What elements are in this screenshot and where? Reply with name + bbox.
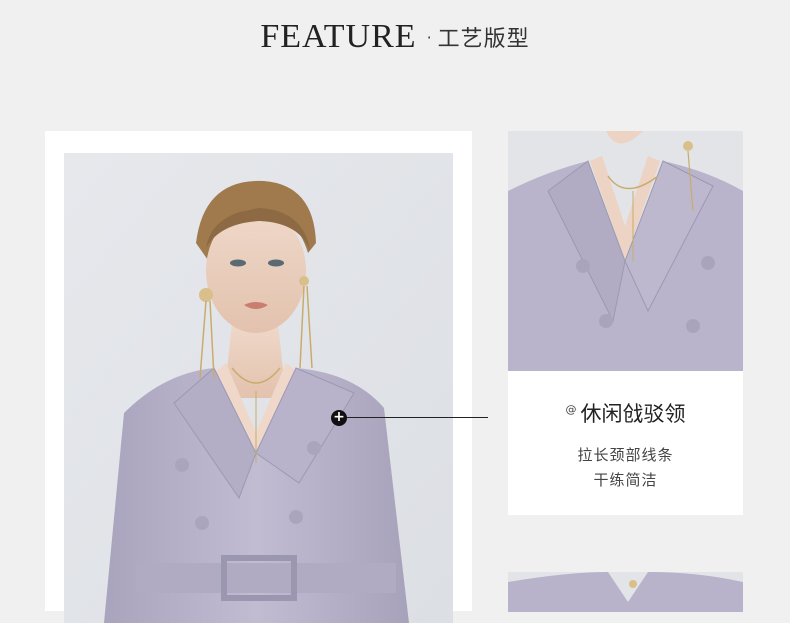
main-photo-card bbox=[45, 131, 472, 623]
feature-desc-line2: 干练简洁 bbox=[593, 471, 658, 489]
hotspot-leader-line bbox=[347, 417, 488, 418]
section-header: FEATURE · 工艺版型 bbox=[0, 18, 790, 58]
plus-icon: + bbox=[333, 409, 345, 425]
feature-desc-line1: 拉长颈部线条 bbox=[577, 446, 674, 464]
feature-title: @ 休闲戗驳领 bbox=[508, 398, 743, 428]
next-card-photo bbox=[508, 572, 743, 612]
feature-title-text: 休闲戗驳领 bbox=[580, 402, 686, 426]
next-detail-card bbox=[508, 572, 743, 612]
hotspot-plus-button[interactable]: + bbox=[331, 410, 347, 426]
header-title-en: FEATURE bbox=[260, 18, 417, 55]
detail-photo bbox=[508, 131, 743, 371]
detail-card: @ 休闲戗驳领 拉长颈部线条 干练简洁 bbox=[508, 131, 743, 515]
header-title-cn: 工艺版型 bbox=[437, 27, 530, 52]
model-illustration bbox=[64, 153, 453, 623]
at-symbol: @ bbox=[565, 403, 577, 416]
model-photo bbox=[64, 153, 453, 623]
collar-closeup-illustration bbox=[508, 131, 743, 371]
header-separator: · bbox=[426, 27, 432, 47]
